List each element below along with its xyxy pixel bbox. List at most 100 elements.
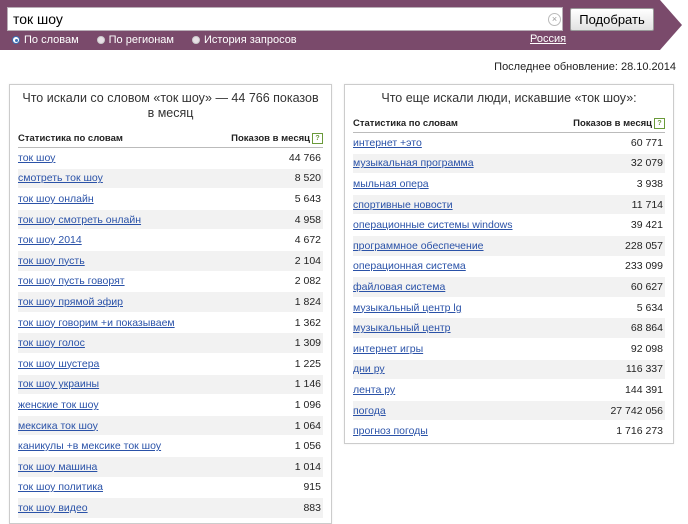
query-link[interactable]: каникулы +в мексике ток шоу (18, 440, 161, 452)
query-link[interactable]: программное обеспечение (353, 240, 484, 252)
query-link[interactable]: ток шоу прямой эфир (18, 296, 123, 308)
query-link[interactable]: ток шоу (18, 152, 55, 164)
impressions-count: 60 771 (630, 136, 663, 149)
column-header: Статистика по словам Показов в месяц? (353, 118, 665, 134)
query-link[interactable]: ток шоу пусть (18, 255, 85, 267)
query-link[interactable]: погода (353, 405, 386, 417)
query-link[interactable]: ток шоу голос (18, 337, 85, 349)
query-list: ток шоу 44 766 смотреть ток шоу 8 520 ток шо… (18, 148, 323, 519)
table-row: ток шоу пусть говорят 2 082 (18, 272, 323, 293)
query-link[interactable]: ток шоу украины (18, 378, 99, 390)
query-link[interactable]: ток шоу машина (18, 461, 97, 473)
table-row: ток шоу 44 766 (18, 148, 323, 169)
query-link[interactable]: файловая система (353, 281, 445, 293)
impressions-count: 68 864 (630, 322, 663, 335)
table-row: музыкальный центр 68 864 (353, 318, 665, 339)
table-row: музыкальная программа 32 079 (353, 153, 665, 175)
impressions-count: 116 337 (625, 363, 663, 376)
query-link[interactable]: ток шоу онлайн (18, 193, 94, 205)
mode-radio-group: По словам По регионам История запросов (12, 33, 315, 47)
impressions-count: 1 225 (294, 357, 321, 370)
query-link[interactable]: интернет игры (353, 343, 423, 355)
query-link[interactable]: мексика ток шоу (18, 420, 98, 432)
impressions-count: 4 958 (294, 213, 321, 226)
table-row: погода 27 742 056 (353, 400, 665, 422)
mode-by-regions[interactable]: По регионам (96, 34, 174, 46)
table-row: ток шоу машина 1 014 (18, 456, 323, 478)
impressions-count: 60 627 (630, 280, 663, 293)
radio-unchecked-icon[interactable] (192, 36, 200, 44)
query-link[interactable]: музыкальный центр (353, 322, 451, 334)
table-row: ток шоу 2014 4 672 (18, 230, 323, 251)
table-row: операционные системы windows 39 421 (353, 215, 665, 236)
impressions-count: 5 643 (294, 193, 321, 205)
table-row: ток шоу голос 1 309 (18, 333, 323, 354)
table-row: ток шоу шустера 1 225 (18, 354, 323, 375)
table-row: лента ру 144 391 (353, 380, 665, 401)
radio-unchecked-icon[interactable] (96, 36, 105, 44)
table-row: ток шоу онлайн 5 643 (18, 189, 323, 210)
impressions-count: 32 079 (630, 157, 663, 170)
table-row: ток шоу прямой эфир 1 824 (18, 292, 323, 313)
table-row: интернет +это 60 771 (353, 133, 665, 154)
impressions-count: 144 391 (625, 383, 663, 396)
query-link[interactable]: музыкальная программа (353, 157, 474, 169)
query-link[interactable]: музыкальный центр lg (353, 302, 462, 314)
table-row: дни ру 116 337 (353, 359, 665, 381)
impressions-count: 2 104 (294, 254, 321, 267)
table-row: мыльная опера 3 938 (353, 174, 665, 195)
query-link[interactable]: ток шоу политика (18, 481, 103, 493)
impressions-count: 1 096 (294, 398, 321, 411)
impressions-count: 1 824 (294, 295, 321, 308)
impressions-count: 1 309 (294, 337, 321, 350)
impressions-count: 3 938 (636, 178, 663, 190)
impressions-count: 44 766 (288, 151, 321, 164)
search-input[interactable] (7, 7, 563, 31)
table-row: программное обеспечение 228 057 (353, 235, 665, 257)
table-row: ток шоу видео 883 (18, 498, 323, 519)
impressions-count: 8 520 (294, 172, 321, 185)
query-link[interactable]: ток шоу пусть говорят (18, 275, 125, 287)
table-row: мексика ток шоу 1 064 (18, 415, 323, 437)
query-link[interactable]: спортивные новости (353, 199, 453, 211)
query-link[interactable]: ток шоу смотреть онлайн (18, 214, 141, 226)
column-query-label: Статистика по словам (353, 118, 458, 129)
panel-title: Что еще искали люди, искавшие «ток шоу»: (381, 91, 637, 105)
query-link[interactable]: мыльная опера (353, 178, 429, 190)
table-row: смотреть ток шоу 8 520 (18, 168, 323, 190)
impressions-count: 1 056 (294, 440, 321, 453)
impressions-count: 1 014 (294, 460, 321, 473)
help-icon[interactable]: ? (312, 133, 323, 144)
query-link[interactable]: ток шоу 2014 (18, 234, 82, 246)
mode-label: По регионам (108, 34, 174, 46)
last-update-text: Последнее обновление: 28.10.2014 (494, 61, 676, 73)
help-icon[interactable]: ? (654, 118, 665, 129)
query-link[interactable]: ток шоу говорим +и показываем (18, 317, 175, 329)
query-link[interactable]: операционная система (353, 260, 466, 272)
related-queries-panel: Что искали со словом «ток шоу» — 44 766 … (9, 84, 332, 524)
region-link[interactable]: Россия (530, 33, 566, 45)
mode-by-words[interactable]: По словам (12, 34, 79, 46)
query-link[interactable]: интернет +это (353, 137, 422, 149)
clear-icon[interactable]: × (548, 13, 561, 26)
query-link[interactable]: смотреть ток шоу (18, 172, 103, 184)
impressions-count: 1 146 (294, 378, 321, 391)
impressions-count: 2 082 (294, 275, 321, 288)
query-link[interactable]: дни ру (353, 363, 385, 375)
query-link[interactable]: ток шоу видео (18, 502, 88, 514)
impressions-count: 39 421 (630, 219, 663, 232)
query-link[interactable]: операционные системы windows (353, 219, 513, 231)
query-link[interactable]: женские ток шоу (18, 399, 99, 411)
query-link[interactable]: ток шоу шустера (18, 358, 99, 370)
column-query-label: Статистика по словам (18, 133, 123, 144)
query-link[interactable]: прогноз погоды (353, 425, 428, 437)
impressions-count: 27 742 056 (610, 404, 663, 417)
column-count-label: Показов в месяц? (573, 118, 665, 129)
radio-checked-icon[interactable] (12, 36, 20, 44)
impressions-count: 1 064 (294, 419, 321, 432)
table-row: интернет игры 92 098 (353, 339, 665, 360)
query-link[interactable]: лента ру (353, 384, 395, 396)
mode-history[interactable]: История запросов (192, 34, 297, 46)
impressions-count: 233 099 (625, 260, 663, 273)
submit-button[interactable]: Подобрать (570, 8, 654, 31)
